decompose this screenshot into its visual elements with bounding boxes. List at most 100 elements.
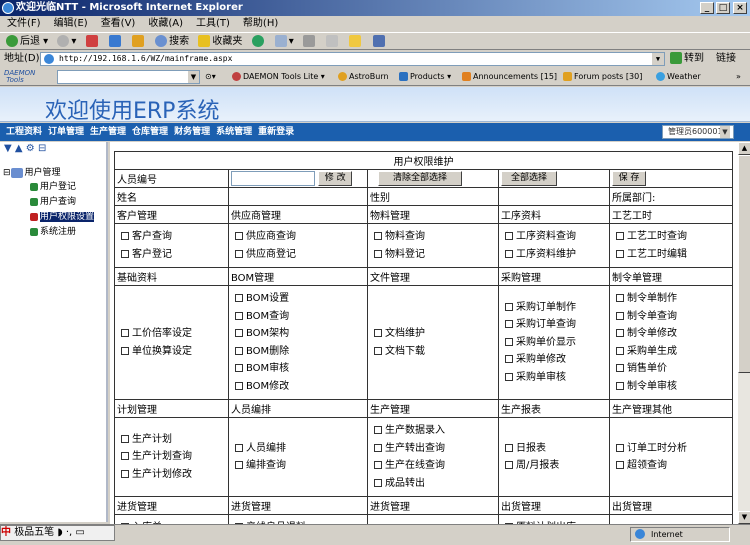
menu-item[interactable]: 帮助(H) (243, 18, 278, 29)
favorites-button[interactable]: 收藏夹 (198, 33, 242, 51)
permission-checkbox[interactable]: 工艺工时编辑 (612, 246, 730, 264)
checkbox-icon[interactable] (505, 302, 513, 311)
permission-checkbox[interactable]: 采购单生成 (612, 343, 730, 361)
checkbox-icon[interactable] (374, 443, 382, 452)
permission-checkbox[interactable]: 编排查询 (231, 457, 365, 475)
checkbox-icon[interactable] (121, 469, 129, 478)
checkbox-icon[interactable] (121, 452, 129, 461)
checkbox-icon[interactable] (616, 461, 624, 469)
tree-tools-icon[interactable]: ⚙ (26, 143, 35, 154)
permission-checkbox[interactable]: 工序资料查询 (501, 228, 607, 246)
address-input[interactable]: http://192.168.1.6/WZ/mainframe.aspx ▼ (40, 52, 665, 66)
checkbox-icon[interactable] (505, 355, 513, 364)
module-link[interactable]: 仓库管理 (132, 127, 168, 137)
checkbox-icon[interactable] (505, 320, 513, 329)
back-button[interactable]: 后退 ▾ (6, 33, 48, 51)
announcements-link[interactable]: Announcements [15] (462, 68, 557, 86)
save-button[interactable]: 保 存 (612, 171, 646, 186)
permission-checkbox[interactable]: 采购单修改 (501, 351, 607, 369)
permission-checkbox[interactable]: 销售单价 (612, 360, 730, 378)
module-link[interactable]: 工程资料 (6, 127, 42, 137)
permission-checkbox[interactable]: 文档下载 (370, 343, 496, 361)
checkbox-icon[interactable] (616, 381, 624, 390)
permission-checkbox[interactable]: 供应商登记 (231, 246, 365, 264)
permission-checkbox[interactable]: BOM修改 (231, 378, 365, 396)
permission-checkbox[interactable]: 工艺工时查询 (612, 228, 730, 246)
links-button[interactable]: 链接 (716, 50, 736, 68)
permission-checkbox[interactable]: 生产计划查询 (117, 448, 226, 466)
checkbox-icon[interactable] (616, 346, 624, 355)
permission-checkbox[interactable]: BOM审核 (231, 360, 365, 378)
permission-checkbox[interactable]: 客户登记 (117, 246, 226, 264)
menu-item[interactable]: 编辑(E) (54, 18, 88, 29)
checkbox-icon[interactable] (121, 329, 129, 337)
tree-root[interactable]: ⊟ 用户管理 (3, 167, 61, 179)
checkbox-icon[interactable] (374, 478, 382, 487)
sidebar-item-system-register[interactable]: 系统注册 (30, 226, 76, 238)
home-button[interactable] (131, 33, 146, 51)
checkbox-icon[interactable] (616, 311, 624, 320)
permission-checkbox[interactable]: 生产计划修改 (117, 466, 226, 484)
checkbox-icon[interactable] (235, 346, 243, 355)
checkbox-icon[interactable] (121, 434, 129, 443)
minimize-button[interactable]: _ (700, 2, 714, 14)
checkbox-icon[interactable] (235, 311, 243, 320)
permission-checkbox[interactable]: 超领查询 (612, 457, 730, 475)
menu-item[interactable]: 查看(V) (101, 18, 136, 29)
menu-item[interactable]: 收藏(A) (148, 18, 183, 29)
permission-checkbox[interactable]: BOM删除 (231, 343, 365, 361)
sidebar-item-user-register[interactable]: 用户登记 (30, 181, 76, 193)
permission-checkbox[interactable]: 采购单价显示 (501, 334, 607, 352)
edit-button[interactable] (326, 33, 340, 51)
permission-checkbox[interactable]: 生产数据录入 (370, 422, 496, 440)
permission-checkbox[interactable]: 制令单修改 (612, 325, 730, 343)
sidebar-item-permission[interactable]: 用户权限设置 (30, 211, 95, 223)
checkbox-icon[interactable] (121, 346, 129, 355)
clear-all-button[interactable]: 清除全部选择 (378, 171, 462, 186)
permission-checkbox[interactable]: 成品转出 (370, 475, 496, 493)
go-button[interactable]: 转到 (670, 50, 704, 68)
checkbox-icon[interactable] (235, 461, 243, 469)
daemon-lite-link[interactable]: DAEMON Tools Lite ▾ (232, 68, 325, 86)
permission-checkbox[interactable]: BOM查询 (231, 308, 365, 326)
forum-link[interactable]: Forum posts [30] (563, 68, 642, 86)
checkbox-icon[interactable] (235, 232, 243, 240)
checkbox-icon[interactable] (616, 294, 624, 302)
permission-checkbox[interactable]: 日报表 (501, 440, 607, 458)
permission-checkbox[interactable]: 人员编排 (231, 440, 365, 458)
scroll-down-icon[interactable]: ▼ (738, 511, 750, 524)
permission-checkbox[interactable]: 工价倍率设定 (117, 325, 226, 343)
astroburn-link[interactable]: AstroBurn (338, 68, 389, 86)
checkbox-icon[interactable] (235, 249, 243, 258)
permission-checkbox[interactable]: 客户查询 (117, 228, 226, 246)
module-link[interactable]: 重新登录 (258, 127, 294, 137)
permission-checkbox[interactable]: 物料查询 (370, 228, 496, 246)
permission-checkbox[interactable]: 生产计划 (117, 431, 226, 449)
messenger-button[interactable] (372, 33, 387, 51)
checkbox-icon[interactable] (235, 329, 243, 337)
permission-checkbox[interactable]: 单位换算设定 (117, 343, 226, 361)
ime-toolbar[interactable]: 中 极品五笔 ◗ ·, ▭ (0, 525, 115, 541)
maximize-button[interactable]: □ (716, 2, 730, 14)
more-links-icon[interactable]: » (736, 68, 741, 86)
checkbox-icon[interactable] (374, 461, 382, 469)
checkbox-icon[interactable] (235, 364, 243, 372)
daemon-search-icon[interactable]: ⊙▾ (205, 68, 216, 86)
checkbox-icon[interactable] (235, 443, 243, 452)
module-link[interactable]: 订单管理 (48, 127, 84, 137)
permission-checkbox[interactable]: 采购订单查询 (501, 316, 607, 334)
permission-checkbox[interactable]: 采购单审核 (501, 369, 607, 387)
modify-button[interactable]: 修 改 (318, 171, 353, 186)
daemon-search-input[interactable]: ▼ (57, 70, 200, 84)
checkbox-icon[interactable] (235, 381, 243, 390)
permission-checkbox[interactable]: 生产在线查询 (370, 457, 496, 475)
checkbox-icon[interactable] (374, 426, 382, 434)
module-link[interactable]: 生产管理 (90, 127, 126, 137)
permission-checkbox[interactable]: 制令单制作 (612, 290, 730, 308)
checkbox-icon[interactable] (374, 329, 382, 337)
permission-checkbox[interactable]: 生产转出查询 (370, 440, 496, 458)
select-all-button[interactable]: 全部选择 (501, 171, 557, 186)
products-link[interactable]: Products ▾ (399, 68, 451, 86)
refresh-button[interactable] (108, 33, 123, 51)
scroll-up-icon[interactable]: ▲ (738, 142, 750, 155)
